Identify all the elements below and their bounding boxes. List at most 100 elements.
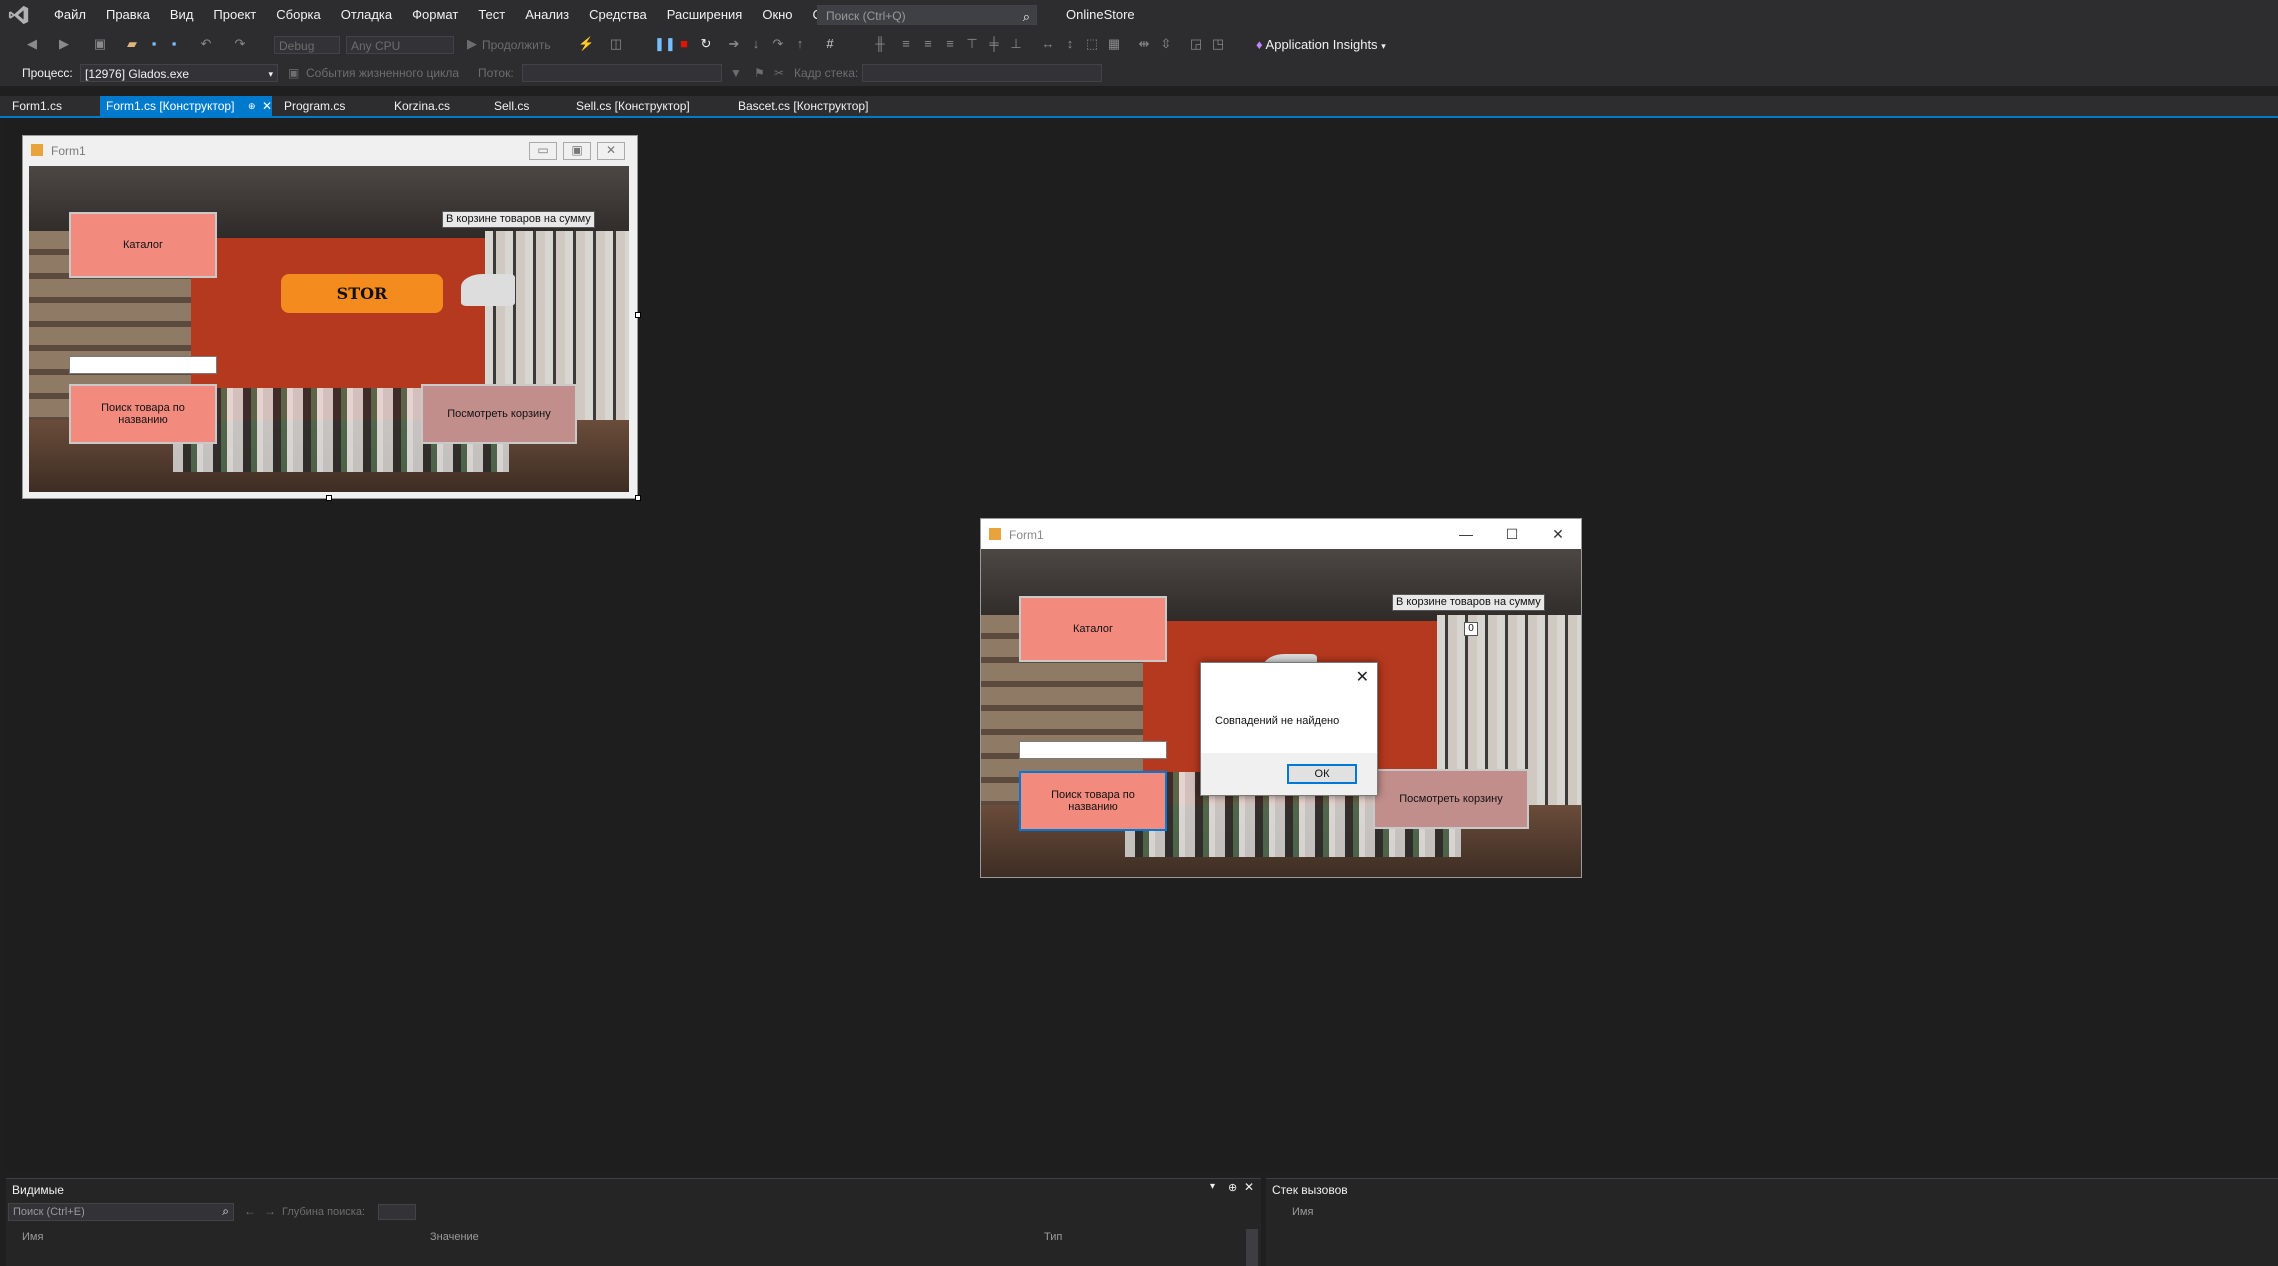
save-icon[interactable]: ▪	[146, 36, 162, 52]
column-header-value[interactable]: Значение	[430, 1231, 479, 1243]
make-same-size-icon[interactable]: ⬚	[1084, 36, 1100, 52]
catalog-button[interactable]: Каталог	[69, 212, 217, 278]
ok-button[interactable]: ОК	[1287, 764, 1357, 784]
configuration-dropdown[interactable]: Debug	[274, 36, 340, 54]
redo-icon[interactable]: ↷	[232, 36, 248, 52]
thread-dropdown[interactable]	[522, 64, 722, 82]
align-bottom-icon[interactable]: ⊥	[1008, 36, 1024, 52]
menu-analyze[interactable]: Анализ	[515, 0, 579, 30]
scrollbar[interactable]	[1246, 1229, 1258, 1266]
tab-sell-designer[interactable]: Sell.cs [Конструктор]	[570, 96, 696, 116]
back-icon[interactable]: ◀	[24, 36, 40, 52]
show-next-statement-icon[interactable]: ➔	[726, 36, 742, 52]
close-icon[interactable]: ✕	[262, 96, 272, 116]
tab-form1-designer[interactable]: Form1.cs [Конструктор] ⊕ ✕	[100, 96, 272, 116]
view-basket-button[interactable]: Посмотреть корзину	[1373, 769, 1529, 829]
vertical-spacing-icon[interactable]: ⇳	[1158, 36, 1174, 52]
designer-form-window[interactable]: Form1 ▭ ▣ ✕ STOR Каталог В корзине товар…	[22, 135, 638, 499]
save-all-icon[interactable]: ▪	[166, 36, 182, 52]
tab-korzina-cs[interactable]: Korzina.cs	[388, 96, 456, 116]
search-product-button[interactable]: Поиск товара по названию	[1019, 771, 1167, 831]
close-icon[interactable]: ✕	[1356, 667, 1369, 687]
locals-search-input[interactable]: Поиск (Ctrl+E) ⌕	[8, 1203, 234, 1221]
bring-to-front-icon[interactable]: ◲	[1188, 36, 1204, 52]
send-to-back-icon[interactable]: ◳	[1210, 36, 1226, 52]
align-left-icon[interactable]: ≡	[898, 36, 914, 52]
menu-build[interactable]: Сборка	[266, 0, 331, 30]
visual-studio-logo-icon[interactable]	[8, 4, 30, 26]
menu-window[interactable]: Окно	[752, 0, 802, 30]
screenshot-icon[interactable]: ◫	[608, 36, 624, 52]
view-basket-button[interactable]: Посмотреть корзину	[421, 384, 577, 444]
undo-icon[interactable]: ↶	[198, 36, 214, 52]
resize-handle-corner[interactable]	[635, 495, 641, 501]
align-middle-icon[interactable]: ╪	[986, 36, 1002, 52]
toggle-flag-icon[interactable]: ⚑	[754, 60, 765, 86]
column-header-name[interactable]: Имя	[22, 1231, 43, 1243]
menu-project[interactable]: Проект	[203, 0, 266, 30]
restart-icon[interactable]: ↻	[698, 36, 714, 52]
process-dropdown[interactable]: [12976] Glados.exe ▾	[80, 64, 278, 82]
filter-icon[interactable]: ▼	[730, 60, 742, 86]
catalog-button[interactable]: Каталог	[1019, 596, 1167, 662]
menu-file[interactable]: Файл	[44, 0, 96, 30]
forward-icon[interactable]: →	[264, 1204, 276, 1218]
platform-dropdown[interactable]: Any CPU	[346, 36, 454, 54]
align-right-icon[interactable]: ≡	[942, 36, 958, 52]
make-same-height-icon[interactable]: ↕	[1062, 36, 1078, 52]
close-icon[interactable]: ✕	[1244, 1180, 1254, 1194]
menu-view[interactable]: Вид	[160, 0, 204, 30]
running-form-titlebar[interactable]: Form1 — ☐ ✕	[981, 519, 1581, 549]
search-product-button[interactable]: Поиск товара по названию	[69, 384, 217, 444]
make-same-width-icon[interactable]: ↔	[1040, 36, 1056, 52]
dropdown-icon[interactable]: ▾	[1210, 1181, 1215, 1192]
minimize-icon[interactable]: —	[1443, 519, 1489, 549]
back-icon[interactable]: ←	[244, 1204, 256, 1218]
lifecycle-events-label[interactable]: События жизненного цикла	[306, 60, 459, 86]
continue-button-label[interactable]: Продолжить	[482, 38, 551, 52]
search-input[interactable]	[1019, 741, 1167, 759]
step-out-icon[interactable]: ↑	[792, 36, 808, 52]
stack-frame-dropdown[interactable]	[862, 64, 1102, 82]
new-project-icon[interactable]: ▣	[92, 36, 108, 52]
hex-display-icon[interactable]: #	[822, 36, 838, 52]
column-header-name[interactable]: Имя	[1292, 1206, 1313, 1218]
tab-program-cs[interactable]: Program.cs	[278, 96, 351, 116]
quick-search-input[interactable]: Поиск (Ctrl+Q) ⌕	[817, 5, 1037, 25]
show-threads-icon[interactable]: ✂	[774, 60, 784, 86]
menu-extensions[interactable]: Расширения	[657, 0, 753, 30]
search-input[interactable]	[69, 356, 217, 374]
search-depth-dropdown[interactable]	[378, 1204, 416, 1220]
pause-icon[interactable]: ❚❚	[654, 36, 676, 52]
tab-bascet-designer[interactable]: Bascet.cs [Конструктор]	[732, 96, 874, 116]
horizontal-spacing-icon[interactable]: ⇹	[1136, 36, 1152, 52]
lifecycle-events-icon[interactable]: ▣	[288, 60, 299, 86]
menu-format[interactable]: Формат	[402, 0, 468, 30]
align-grid-icon[interactable]: ╫	[872, 36, 888, 52]
pin-icon[interactable]: ⊕	[248, 96, 256, 116]
column-header-type[interactable]: Тип	[1044, 1231, 1062, 1243]
close-icon[interactable]: ✕	[1535, 519, 1581, 549]
menu-edit[interactable]: Правка	[96, 0, 160, 30]
forward-icon[interactable]: ▶	[56, 36, 72, 52]
hot-reload-icon[interactable]: ⚡	[578, 36, 594, 52]
resize-handle-bottom[interactable]	[326, 495, 332, 501]
menu-tools[interactable]: Средства	[579, 0, 657, 30]
application-insights-button[interactable]: ♦ Application Insights ▾	[1256, 30, 1386, 60]
size-to-grid-icon[interactable]: ▦	[1106, 36, 1122, 52]
align-center-icon[interactable]: ≡	[920, 36, 936, 52]
step-into-icon[interactable]: ↓	[748, 36, 764, 52]
menu-test[interactable]: Тест	[468, 0, 515, 30]
message-box-dialog[interactable]: ✕ Совпадений не найдено ОК	[1200, 662, 1378, 796]
stop-icon[interactable]: ■	[676, 36, 692, 52]
align-top-icon[interactable]: ⊤	[964, 36, 980, 52]
continue-icon[interactable]: ▶	[464, 36, 480, 52]
pin-icon[interactable]: ⊕	[1228, 1181, 1237, 1194]
open-folder-icon[interactable]: ▰	[124, 36, 140, 52]
resize-handle-right[interactable]	[635, 312, 641, 318]
menu-debug[interactable]: Отладка	[331, 0, 402, 30]
maximize-icon[interactable]: ☐	[1489, 519, 1535, 549]
step-over-icon[interactable]: ↷	[770, 36, 786, 52]
tab-form1-cs[interactable]: Form1.cs	[6, 96, 68, 116]
tab-sell-cs[interactable]: Sell.cs	[488, 96, 535, 116]
